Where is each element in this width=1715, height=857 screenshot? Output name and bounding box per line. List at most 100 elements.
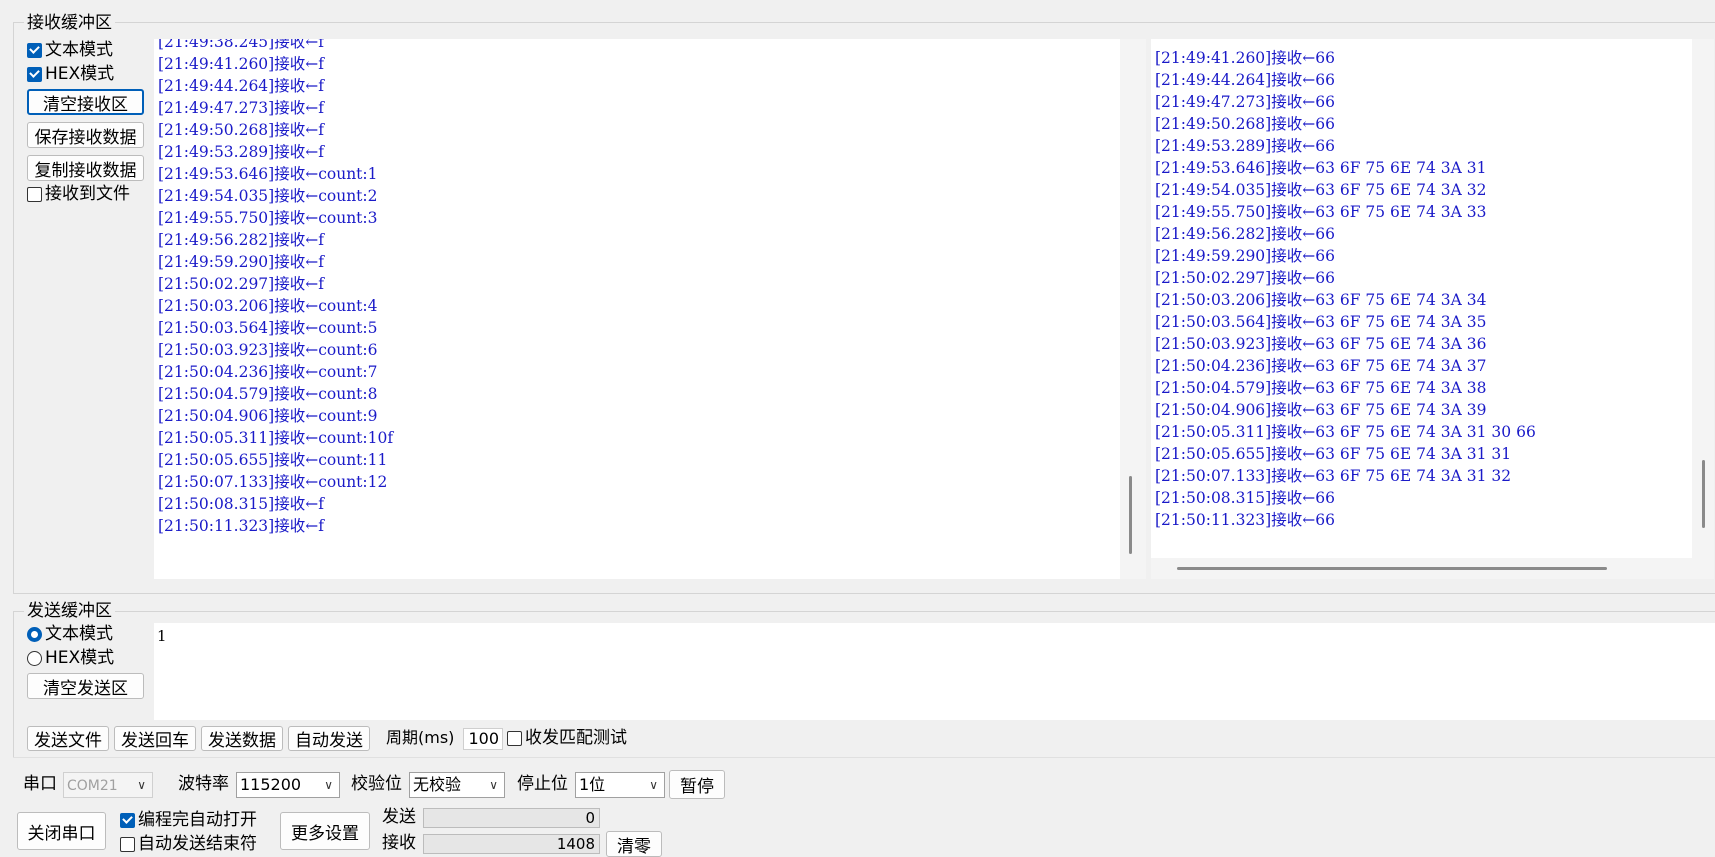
receive-hex-line: [21:49:44.264]接收←66	[1155, 71, 1335, 89]
receive-text-lines: [21:49:38.245]接收←f [21:49:41.260]接收←f [21:…	[158, 39, 393, 537]
receive-hex-line: [21:50:04.236]接收←63 6F 75 6E 74 3A 37	[1155, 357, 1487, 375]
recv-count-label: 接收	[382, 833, 416, 853]
receive-text-line: [21:49:50.268]接收←f	[158, 121, 324, 139]
stop-bits-select[interactable]: 1位 ∨	[575, 772, 665, 798]
receive-to-file-checkbox[interactable]: 接收到文件	[27, 183, 130, 205]
chevron-down-icon: ∨	[649, 778, 658, 792]
send-input[interactable]: 1	[154, 623, 1715, 720]
radio-selected-icon	[27, 626, 42, 642]
send-text-mode-radio[interactable]: 文本模式	[27, 623, 113, 645]
send-file-button[interactable]: 发送文件	[27, 726, 109, 751]
clear-send-button[interactable]: 清空发送区	[27, 673, 144, 699]
receive-hex-line: [21:50:05.311]接收←63 6F 75 6E 74 3A 31 30…	[1155, 423, 1536, 441]
clear-counters-button[interactable]: 清零	[606, 831, 662, 857]
baud-select[interactable]: 115200 ∨	[236, 772, 340, 798]
period-input[interactable]: 100	[463, 728, 503, 750]
receive-text-line: [21:50:03.206]接收←count:4	[158, 297, 378, 315]
auto-end-char-checkbox[interactable]: 自动发送结束符	[120, 833, 257, 855]
receive-hex-line: [21:49:41.260]接收←66	[1155, 49, 1335, 67]
baud-label: 波特率	[178, 774, 229, 794]
receive-text-line: [21:50:04.906]接收←count:9	[158, 407, 378, 425]
close-port-button[interactable]: 关闭串口	[17, 812, 106, 850]
receive-text-line: [21:49:55.750]接收←count:3	[158, 209, 378, 227]
parity-select[interactable]: 无校验 ∨	[409, 772, 505, 798]
receive-text-line: [21:50:02.297]接收←f	[158, 275, 324, 293]
clear-receive-button[interactable]: 清空接收区	[27, 89, 144, 115]
port-label: 串口	[23, 774, 57, 794]
unchecked-icon	[27, 186, 42, 202]
recv-count-field: 1408	[423, 834, 600, 854]
receive-text-line: [21:49:56.282]接收←f	[158, 231, 324, 249]
period-label: 周期(ms)	[386, 728, 455, 747]
receive-hex-line: [21:49:56.282]接收←66	[1155, 225, 1335, 243]
pause-button[interactable]: 暂停	[669, 770, 725, 799]
receive-hex-line: [21:49:55.750]接收←63 6F 75 6E 74 3A 33	[1155, 203, 1487, 221]
unchecked-icon	[507, 730, 522, 746]
text-log-scroll-track	[1120, 39, 1146, 579]
port-select[interactable]: COM21 ∨	[63, 772, 153, 798]
receive-text-line: [21:50:08.315]接收←f	[158, 495, 324, 513]
receive-hex-line: [21:50:07.133]接收←63 6F 75 6E 74 3A 31 32	[1155, 467, 1512, 485]
auto-send-button[interactable]: 自动发送	[288, 726, 370, 751]
loop-test-checkbox[interactable]: 收发匹配测试	[507, 727, 627, 749]
hex-log-vertical-scrollbar[interactable]	[1702, 460, 1705, 528]
receive-hex-line: [21:50:08.315]接收←66	[1155, 489, 1335, 507]
receive-hex-mode-checkbox[interactable]: HEX模式	[27, 63, 114, 85]
chevron-down-icon: ∨	[137, 778, 146, 792]
more-settings-button[interactable]: 更多设置	[280, 812, 370, 850]
receive-text-log[interactable]: [21:49:38.245]接收←f [21:49:41.260]接收←f [21:…	[154, 39, 1120, 579]
receive-text-line: [21:50:03.564]接收←count:5	[158, 319, 378, 337]
checked-icon	[27, 66, 42, 82]
receive-hex-log[interactable]: [21:49:41.260]接收←66 [21:49:44.264]接收←66 [2…	[1151, 39, 1692, 558]
send-data-button[interactable]: 发送数据	[201, 726, 283, 751]
unchecked-icon	[120, 836, 135, 852]
text-log-scrollbar[interactable]	[1129, 476, 1132, 554]
send-hex-mode-radio[interactable]: HEX模式	[27, 647, 114, 669]
receive-hex-line: [21:50:05.655]接收←63 6F 75 6E 74 3A 31 31	[1155, 445, 1512, 463]
receive-hex-line: [21:50:04.906]接收←63 6F 75 6E 74 3A 39	[1155, 401, 1487, 419]
receive-text-line: [21:49:53.289]接收←f	[158, 143, 324, 161]
checked-icon	[27, 42, 42, 58]
send-count-label: 发送	[382, 807, 416, 827]
receive-hex-line: [21:49:59.290]接收←66	[1155, 247, 1335, 265]
receive-hex-line: [21:50:03.206]接收←63 6F 75 6E 74 3A 34	[1155, 291, 1487, 309]
receive-text-line: [21:49:53.646]接收←count:1	[158, 165, 378, 183]
receive-hex-line: [21:49:53.646]接收←63 6F 75 6E 74 3A 31	[1155, 159, 1487, 177]
receive-text-line: [21:50:05.655]接收←count:11	[158, 451, 388, 469]
receive-text-line: [21:50:11.323]接收←f	[158, 517, 324, 535]
chevron-down-icon: ∨	[489, 778, 498, 792]
receive-text-line: [21:50:03.923]接收←count:6	[158, 341, 378, 359]
parity-label: 校验位	[351, 774, 402, 794]
receive-text-line: [21:49:54.035]接收←count:2	[158, 187, 378, 205]
receive-hex-line: [21:50:03.923]接收←63 6F 75 6E 74 3A 36	[1155, 335, 1487, 353]
chevron-down-icon: ∨	[324, 778, 333, 792]
receive-hex-line: [21:49:53.289]接收←66	[1155, 137, 1335, 155]
copy-receive-data-button[interactable]: 复制接收数据	[27, 155, 144, 181]
stop-bits-label: 停止位	[517, 774, 568, 794]
receive-text-line: [21:49:59.290]接收←f	[158, 253, 324, 271]
receive-hex-line: [21:49:47.273]接收←66	[1155, 93, 1335, 111]
receive-hex-line: [21:49:50.268]接收←66	[1155, 115, 1335, 133]
receive-hex-line: [21:50:11.323]接收←66	[1155, 511, 1335, 529]
receive-text-line: [21:50:07.133]接收←count:12	[158, 473, 388, 491]
receive-hex-line: [21:50:03.564]接收←63 6F 75 6E 74 3A 35	[1155, 313, 1487, 331]
send-buffer-title: 发送缓冲区	[24, 601, 115, 621]
send-enter-button[interactable]: 发送回车	[114, 726, 196, 751]
receive-text-line: [21:50:04.579]接收←count:8	[158, 385, 378, 403]
auto-open-checkbox[interactable]: 编程完自动打开	[120, 809, 257, 831]
receive-text-line: [21:49:41.260]接收←f	[158, 55, 324, 73]
receive-text-line: [21:50:05.311]接收←count:10f	[158, 429, 394, 447]
hex-log-horizontal-scrollbar[interactable]	[1177, 567, 1607, 570]
receive-text-line: [21:49:44.264]接收←f	[158, 77, 324, 95]
checked-icon	[120, 812, 135, 828]
settings-separator	[13, 757, 1715, 758]
receive-text-line: [21:49:47.273]接收←f	[158, 99, 324, 117]
send-content: 1	[157, 627, 167, 645]
send-count-field: 0	[423, 808, 600, 828]
receive-text-mode-checkbox[interactable]: 文本模式	[27, 39, 113, 61]
receive-text-line: [21:50:04.236]接收←count:7	[158, 363, 378, 381]
receive-hex-line: [21:50:04.579]接收←63 6F 75 6E 74 3A 38	[1155, 379, 1487, 397]
receive-hex-line: [21:50:02.297]接收←66	[1155, 269, 1335, 287]
receive-text-line: [21:49:38.245]接收←f	[158, 39, 324, 51]
save-receive-data-button[interactable]: 保存接收数据	[27, 122, 144, 148]
